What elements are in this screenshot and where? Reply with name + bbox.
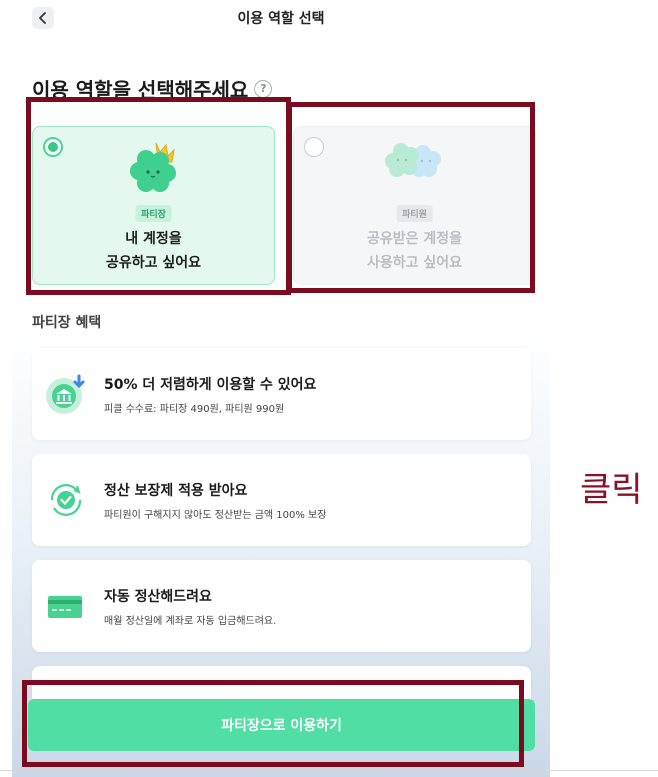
- radio-member-unselected[interactable]: [304, 137, 324, 157]
- role-badge-member: 파티원: [396, 205, 433, 222]
- role-member-line-2: 사용하고 싶어요: [366, 255, 463, 271]
- benefits-section-title: 파티장 혜택: [32, 315, 102, 331]
- bank-discount-icon: [46, 374, 85, 414]
- twin-mascot-icon: [384, 143, 441, 177]
- page-heading-text: 이용 역할을 선택해주세요: [32, 78, 249, 102]
- continue-as-host-button[interactable]: 파티장으로 이용하기: [28, 699, 535, 751]
- refresh-check-icon: [50, 484, 82, 516]
- click-annotation-label: 클릭: [580, 470, 643, 510]
- benefit-title: 50% 더 저렴하게 이용할 수 있어요: [104, 377, 317, 393]
- nav-title: 이용 역할 선택: [237, 11, 325, 27]
- role-card-member[interactable]: 파티원 공유받은 계정을 사용하고 싶어요: [293, 126, 536, 285]
- benefit-card-guarantee: 정산 보장제 적용 받아요 파티원이 구해지지 않아도 정산받는 금액 100%…: [32, 454, 531, 546]
- benefit-title: 정산 보장제 적용 받아요: [104, 483, 248, 499]
- role-description-host: 내 계정을 공유하고 싶어요: [33, 227, 274, 275]
- role-host-line-1: 내 계정을: [125, 231, 182, 247]
- benefit-title: 자동 정산해드려요: [104, 589, 212, 605]
- benefit-desc: 매월 정산일에 계좌로 자동 입금해드려요.: [104, 616, 277, 627]
- role-host-line-2: 공유하고 싶어요: [105, 255, 202, 271]
- card-icon: [48, 596, 82, 618]
- radio-host-selected[interactable]: [43, 137, 63, 157]
- role-badge-host: 파티장: [135, 205, 172, 222]
- app-screen: 이용 역할 선택 이용 역할을 선택해주세요 ? 파티장 내 계정을 공유하고 …: [12, 0, 550, 777]
- benefit-desc: 피클 수수료: 파티장 490원, 파티원 990원: [104, 404, 285, 415]
- benefit-desc: 파티원이 구해지지 않아도 정산받는 금액 100% 보장: [104, 510, 327, 521]
- role-description-member: 공유받은 계정을 사용하고 싶어요: [294, 227, 535, 275]
- page-heading: 이용 역할을 선택해주세요 ?: [32, 74, 273, 103]
- crowned-mascot-icon: [129, 142, 176, 192]
- role-member-line-1: 공유받은 계정을: [366, 231, 463, 247]
- benefit-card-discount: 50% 더 저렴하게 이용할 수 있어요 피클 수수료: 파티장 490원, 파…: [32, 348, 531, 440]
- benefit-card-auto-settlement: 자동 정산해드려요 매월 정산일에 계좌로 자동 입금해드려요.: [32, 560, 531, 652]
- role-card-host[interactable]: 파티장 내 계정을 공유하고 싶어요: [32, 126, 275, 285]
- question-circle-icon[interactable]: ?: [254, 79, 273, 98]
- top-nav-bar: 이용 역할 선택: [12, 0, 550, 36]
- bottom-divider: [0, 770, 658, 771]
